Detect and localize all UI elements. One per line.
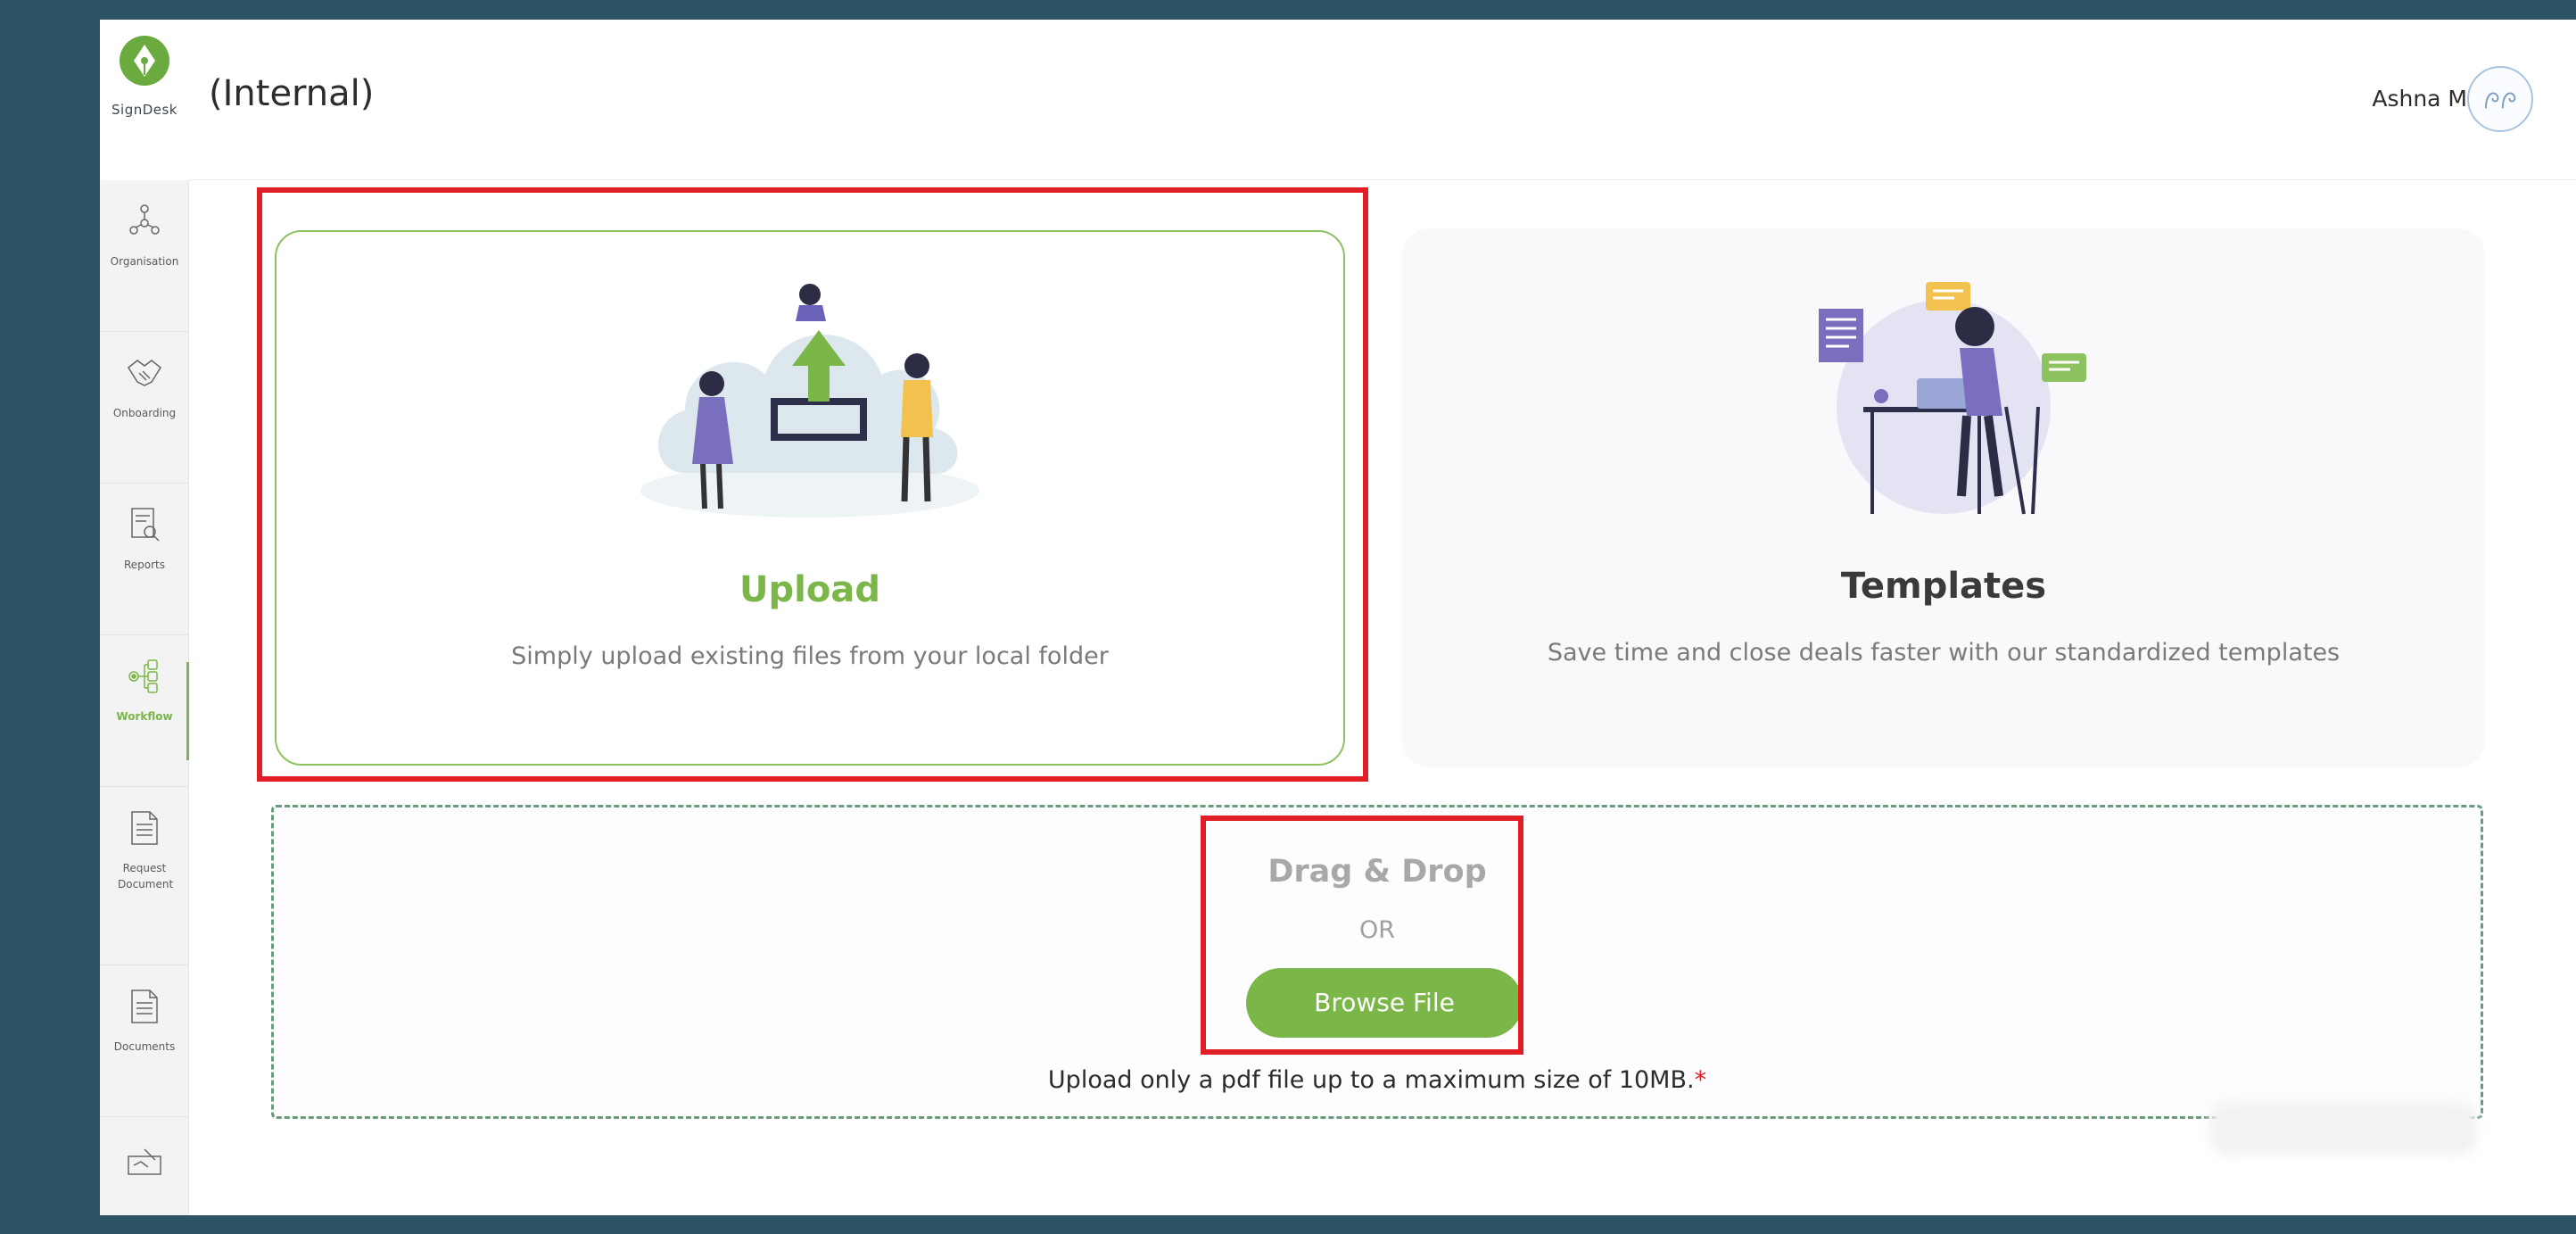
- documents-icon: [131, 990, 158, 1023]
- upload-size-note: Upload only a pdf file up to a maximum s…: [274, 1066, 2481, 1094]
- templates-title: Templates: [1840, 566, 2047, 607]
- user-avatar-icon: [2484, 92, 2516, 109]
- upload-card[interactable]: Upload Simply upload existing files from…: [275, 230, 1345, 766]
- sidebar-item-label: Organisation: [110, 255, 179, 268]
- sidebar-item-label: Onboarding: [112, 407, 177, 419]
- sidebar-item-label: Reports: [123, 559, 166, 571]
- dropzone-highlight-box: [1201, 816, 1523, 1055]
- app-window: SignDesk Organisation Onboarding Reports: [100, 20, 2576, 1215]
- sign-hand-icon: [128, 1148, 161, 1175]
- active-indicator: [186, 662, 189, 760]
- brand-name: SignDesk: [111, 102, 178, 118]
- sidebar-item-sign[interactable]: [100, 1117, 189, 1215]
- upload-title: Upload: [739, 569, 880, 610]
- sidebar-item-reports[interactable]: Reports: [100, 484, 189, 635]
- sidebar: SignDesk Organisation Onboarding Reports: [100, 20, 189, 1215]
- blurred-region: [2209, 1102, 2477, 1155]
- required-mark: *: [1694, 1066, 1707, 1094]
- sidebar-item-documents[interactable]: Documents: [100, 965, 189, 1117]
- sidebar-item-organisation[interactable]: Organisation: [100, 180, 189, 332]
- user-name[interactable]: Ashna M: [2372, 86, 2467, 112]
- upload-description: Simply upload existing files from your l…: [511, 642, 1109, 670]
- sidebar-item-onboarding[interactable]: Onboarding: [100, 332, 189, 484]
- sidebar-item-request-document[interactable]: Request Document: [100, 787, 189, 965]
- handshake-icon: [128, 360, 161, 386]
- pen-nib-logo-icon: [120, 36, 169, 86]
- sidebar-item-workflow[interactable]: Workflow: [100, 635, 189, 787]
- logo[interactable]: SignDesk: [100, 20, 189, 180]
- templates-illustration-icon: [1819, 282, 2086, 515]
- sidebar-item-label: Documents: [113, 1040, 176, 1053]
- organisation-icon: [129, 204, 160, 235]
- page-title: (Internal): [209, 73, 375, 114]
- report-search-icon: [131, 508, 160, 542]
- upload-note-text: Upload only a pdf file up to a maximum s…: [1047, 1066, 1695, 1094]
- document-icon: [131, 811, 158, 845]
- header: (Internal) Ashna M: [189, 20, 2576, 180]
- templates-description: Save time and close deals faster with ou…: [1547, 639, 2341, 667]
- sidebar-item-label: Request Document: [118, 862, 174, 890]
- avatar[interactable]: [2467, 66, 2533, 132]
- workflow-icon: [128, 659, 158, 693]
- templates-card[interactable]: Templates Save time and close deals fast…: [1402, 228, 2485, 767]
- upload-illustration-icon: [640, 284, 979, 518]
- sidebar-item-label: Workflow: [116, 710, 173, 723]
